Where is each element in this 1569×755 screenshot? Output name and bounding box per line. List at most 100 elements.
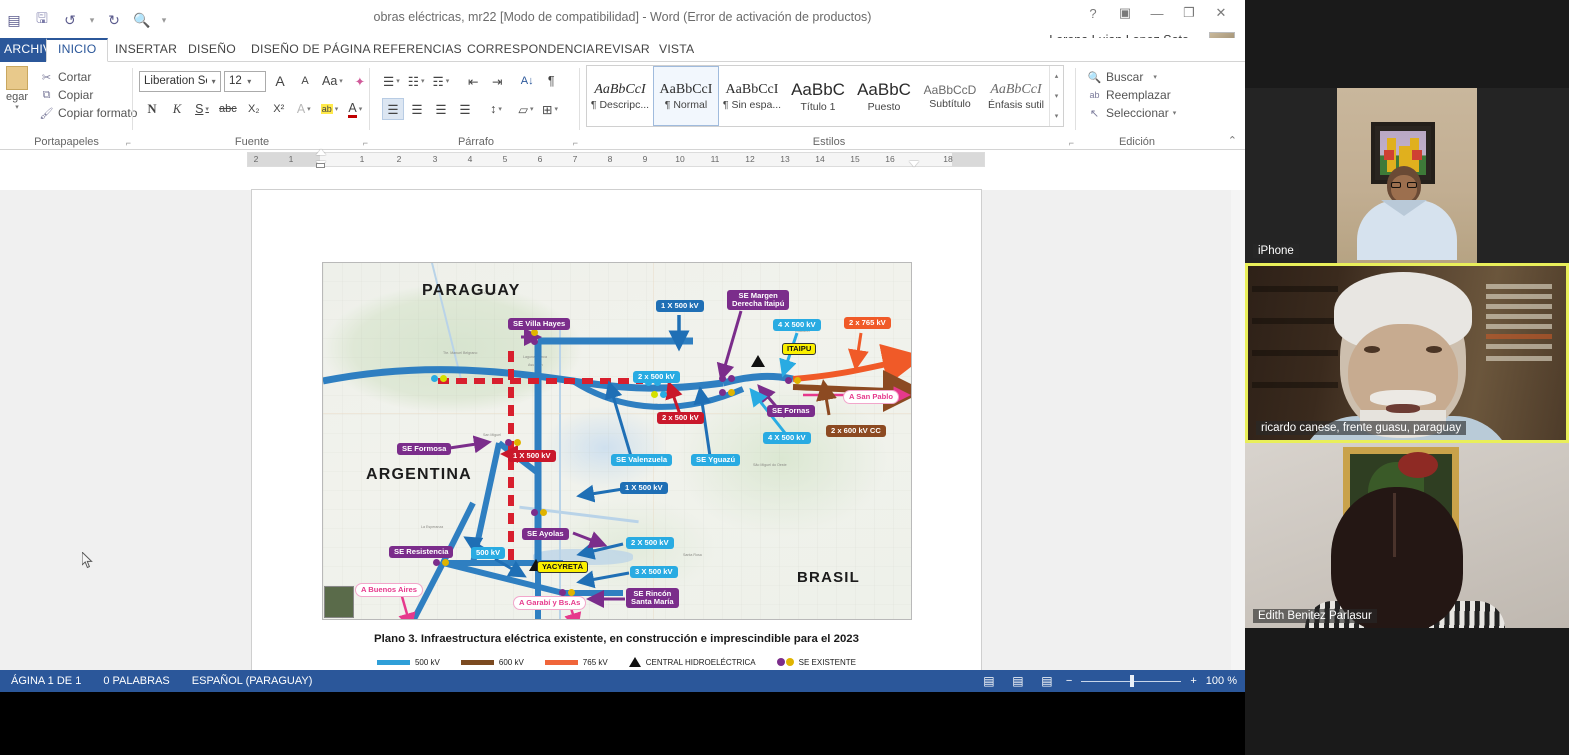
tab-inicio[interactable]: INICIO bbox=[46, 38, 109, 62]
strikethrough-button[interactable]: abc bbox=[216, 98, 240, 120]
web-layout-icon[interactable]: ▤ bbox=[1037, 673, 1057, 689]
cut-button[interactable]: ✂ Cortar bbox=[36, 68, 94, 86]
decrease-indent-button[interactable]: ⇤ bbox=[462, 70, 484, 92]
style-item[interactable]: AaBbCcI ¶ Descripc... bbox=[587, 66, 653, 126]
select-label: Seleccionar bbox=[1106, 106, 1169, 120]
style-item[interactable]: AaBbCcI ¶ Sin espa... bbox=[719, 66, 785, 126]
tab-insertar[interactable]: INSERTAR bbox=[104, 38, 188, 62]
style-item[interactable]: AaBbCcD Subtítulo bbox=[917, 66, 983, 126]
justify-button[interactable]: ☰ bbox=[454, 98, 476, 120]
shading-button[interactable]: ▱ ▾ bbox=[515, 98, 537, 120]
sort-button[interactable]: A↓ bbox=[516, 70, 538, 92]
vertical-scrollbar[interactable] bbox=[1231, 190, 1245, 670]
italic-button[interactable]: K bbox=[166, 98, 188, 120]
zoom-out-button[interactable]: − bbox=[1066, 675, 1072, 687]
zoom-level[interactable]: 100 % bbox=[1206, 675, 1237, 687]
clipboard-dialog-launcher[interactable]: ⌐ bbox=[126, 138, 131, 148]
font-color-button[interactable]: A ▾ bbox=[344, 98, 366, 120]
video-tile-edith-benitez[interactable]: Edith Benitez Parlasur bbox=[1245, 443, 1569, 628]
text-effects-button[interactable]: A ▾ bbox=[293, 98, 315, 120]
ribbon-display-options-icon[interactable]: ▣ bbox=[1109, 2, 1141, 24]
restore-button[interactable]: ❐ bbox=[1173, 2, 1205, 24]
ribbon: egar ▾ ✂ Cortar ⧉ Copiar 🖌 Copiar format… bbox=[0, 62, 1245, 150]
tab-diseno-de-pagina[interactable]: DISEÑO DE PÁGINA bbox=[240, 38, 382, 62]
video-tile-iphone[interactable]: iPhone bbox=[1245, 88, 1569, 263]
print-layout-icon[interactable]: ▤ bbox=[1008, 673, 1028, 689]
select-caret[interactable]: ▾ bbox=[1173, 109, 1177, 117]
line-spacing-button[interactable]: ↕ ▾ bbox=[485, 98, 507, 120]
increase-indent-button[interactable]: ⇥ bbox=[486, 70, 508, 92]
tab-vista[interactable]: VISTA bbox=[648, 38, 705, 62]
bold-button[interactable]: N bbox=[141, 98, 163, 120]
zoom-slider[interactable] bbox=[1081, 673, 1182, 689]
zoom-slider-handle[interactable] bbox=[1130, 675, 1135, 687]
styles-gallery[interactable]: AaBbCcI ¶ Descripc... AaBbCcI ¶ Normal A… bbox=[586, 65, 1064, 127]
shrink-font-button[interactable]: A bbox=[294, 70, 316, 92]
document-page[interactable]: Fuerte Olimpo Tte. Manuel Belgrano Lagun… bbox=[252, 190, 981, 672]
gallery-more-icon[interactable]: ▾ bbox=[1050, 106, 1063, 126]
align-right-button[interactable]: ☰ bbox=[430, 98, 452, 120]
page-indicator[interactable]: ÁGINA 1 DE 1 bbox=[0, 675, 92, 687]
help-icon[interactable]: ? bbox=[1077, 2, 1109, 24]
right-indent-marker[interactable] bbox=[909, 161, 919, 167]
multilevel-list-button[interactable]: ☶ ▾ bbox=[429, 70, 452, 92]
style-item[interactable]: AaBbCcI Énfasis sutil bbox=[983, 66, 1049, 126]
zoom-in-button[interactable]: + bbox=[1190, 675, 1196, 687]
font-dialog-launcher[interactable]: ⌐ bbox=[363, 138, 368, 148]
font-size-combo[interactable]: 12 ▾ bbox=[224, 70, 266, 92]
find-button[interactable]: 🔍 Buscar ▾ bbox=[1084, 68, 1160, 86]
show-formatting-marks-button[interactable]: ¶ bbox=[540, 70, 562, 92]
grow-font-button[interactable]: A bbox=[269, 70, 291, 92]
style-item-normal[interactable]: AaBbCcI ¶ Normal bbox=[653, 66, 719, 126]
superscript-button[interactable]: X² bbox=[268, 98, 290, 120]
clear-formatting-button[interactable]: ✦ bbox=[349, 70, 371, 92]
text-highlight-button[interactable]: ab ▾ bbox=[318, 98, 342, 120]
style-item[interactable]: AaBbC Título 1 bbox=[785, 66, 851, 126]
window-controls[interactable]: ? ▣ — ❐ ✕ bbox=[1077, 2, 1237, 24]
find-caret[interactable]: ▾ bbox=[1153, 73, 1157, 81]
style-item[interactable]: AaBbC Puesto bbox=[851, 66, 917, 126]
video-tile-ricardo-canese[interactable]: ricardo canese, frente guasu, paraguay bbox=[1245, 263, 1569, 443]
paste-button-label[interactable]: egar bbox=[0, 91, 34, 103]
change-case-button[interactable]: Aa ▾ bbox=[319, 70, 346, 92]
map-image[interactable]: Fuerte Olimpo Tte. Manuel Belgrano Lagun… bbox=[322, 262, 912, 620]
ruler-tick: 2 bbox=[396, 154, 402, 164]
collapse-ribbon-button[interactable]: ⌃ bbox=[1228, 134, 1237, 147]
gallery-scroll-up-icon[interactable]: ▴ bbox=[1050, 66, 1063, 86]
ruler-tick: 1 bbox=[288, 154, 294, 164]
first-line-indent-marker[interactable] bbox=[316, 149, 326, 155]
close-button[interactable]: ✕ bbox=[1205, 2, 1237, 24]
minimize-button[interactable]: — bbox=[1141, 2, 1173, 24]
font-name-combo[interactable]: Liberation Seri ▾ bbox=[139, 70, 221, 92]
map-label-2x500kv-red: 2 x 500 kV bbox=[657, 412, 704, 424]
window-title: obras eléctricas, mr22 [Modo de compatib… bbox=[373, 10, 872, 24]
numbering-button[interactable]: ☷ ▾ bbox=[405, 70, 428, 92]
ruler-tick: 10 bbox=[675, 154, 685, 164]
ruler-tick: 3 bbox=[432, 154, 438, 164]
styles-gallery-scroll[interactable]: ▴ ▾ ▾ bbox=[1049, 66, 1063, 126]
read-mode-icon[interactable]: ▤ bbox=[979, 673, 999, 689]
tab-diseno[interactable]: DISEÑO bbox=[177, 38, 247, 62]
styles-dialog-launcher[interactable]: ⌐ bbox=[1069, 138, 1074, 148]
ruler-tick: 18 bbox=[943, 154, 953, 164]
gallery-scroll-down-icon[interactable]: ▾ bbox=[1050, 86, 1063, 106]
select-button[interactable]: ↖ Seleccionar ▾ bbox=[1084, 104, 1179, 122]
subscript-button[interactable]: X₂ bbox=[243, 98, 265, 120]
left-indent-marker[interactable] bbox=[316, 163, 325, 168]
borders-button[interactable]: ⊞ ▾ bbox=[539, 98, 561, 120]
ruler-tick: 13 bbox=[780, 154, 790, 164]
paragraph-dialog-launcher[interactable]: ⌐ bbox=[573, 138, 578, 148]
align-left-button[interactable]: ☰ bbox=[382, 98, 404, 120]
horizontal-ruler[interactable]: 2 1 1 2 3 4 5 6 7 8 9 10 11 12 13 14 15 … bbox=[247, 149, 985, 168]
underline-button[interactable]: S ▾ bbox=[191, 98, 213, 120]
language-indicator[interactable]: ESPAÑOL (PARAGUAY) bbox=[181, 675, 324, 687]
format-painter-button[interactable]: 🖌 Copiar formato bbox=[36, 104, 140, 122]
copy-button[interactable]: ⧉ Copiar bbox=[36, 86, 96, 104]
replace-button[interactable]: ab Reemplazar bbox=[1084, 86, 1174, 104]
bullets-button[interactable]: ☰ ▾ bbox=[380, 70, 403, 92]
group-paragraph: ☰ ▾ ☷ ▾ ☶ ▾ ⇤ ⇥ A↓ ¶ ☰ ☰ ☰ ☰ ↕ ▾ ▱ ▾ ⊞ ▾… bbox=[372, 62, 580, 150]
word-count[interactable]: 0 PALABRAS bbox=[92, 675, 180, 687]
align-center-button[interactable]: ☰ bbox=[406, 98, 428, 120]
document-canvas[interactable]: Fuerte Olimpo Tte. Manuel Belgrano Lagun… bbox=[0, 190, 1245, 672]
replace-label: Reemplazar bbox=[1106, 88, 1171, 102]
